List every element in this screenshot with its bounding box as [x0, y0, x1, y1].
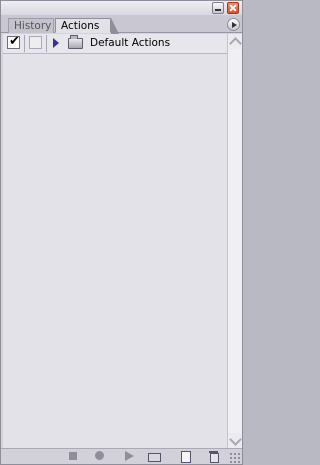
toggle-dialog-checkbox[interactable] [29, 36, 42, 49]
tab-history-label: History [14, 20, 52, 32]
scroll-up-icon[interactable] [228, 34, 242, 49]
toggle-dialog-cell [25, 35, 47, 52]
tab-actions[interactable]: Actions [55, 18, 119, 34]
new-set-icon[interactable] [148, 451, 161, 462]
record-icon[interactable] [94, 451, 106, 462]
stop-icon[interactable] [67, 451, 79, 462]
minimize-icon[interactable] [212, 2, 224, 14]
toggle-item-checkbox[interactable]: ✔ [7, 34, 20, 49]
action-set-label[interactable]: Default Actions [90, 37, 170, 49]
tab-actions-label: Actions [61, 20, 100, 32]
tab-bar: History Actions [1, 15, 242, 34]
expand-triangle-icon[interactable] [53, 38, 59, 48]
action-set-row[interactable]: ✔ Default Actions [3, 34, 227, 54]
checkmark-icon: ✔ [9, 34, 20, 49]
panel-menu-arrow-icon[interactable] [227, 18, 240, 31]
new-action-icon[interactable] [180, 451, 192, 463]
scroll-down-icon[interactable] [228, 433, 242, 448]
panel-title-bar[interactable] [1, 1, 242, 15]
resize-grip-icon[interactable] [229, 452, 240, 463]
tab-history[interactable]: History [8, 18, 54, 33]
actions-toolbar [1, 448, 242, 464]
action-set-cell: Default Actions [47, 35, 227, 52]
vertical-scrollbar[interactable] [227, 34, 242, 448]
close-icon[interactable] [227, 2, 239, 14]
trash-icon[interactable] [208, 451, 220, 463]
toggle-item-cell: ✔ [3, 34, 25, 52]
actions-panel: History Actions ✔ Default Actions [0, 0, 243, 465]
play-icon[interactable] [123, 451, 135, 462]
actions-list: ✔ Default Actions [3, 34, 227, 448]
folder-icon [68, 35, 83, 49]
